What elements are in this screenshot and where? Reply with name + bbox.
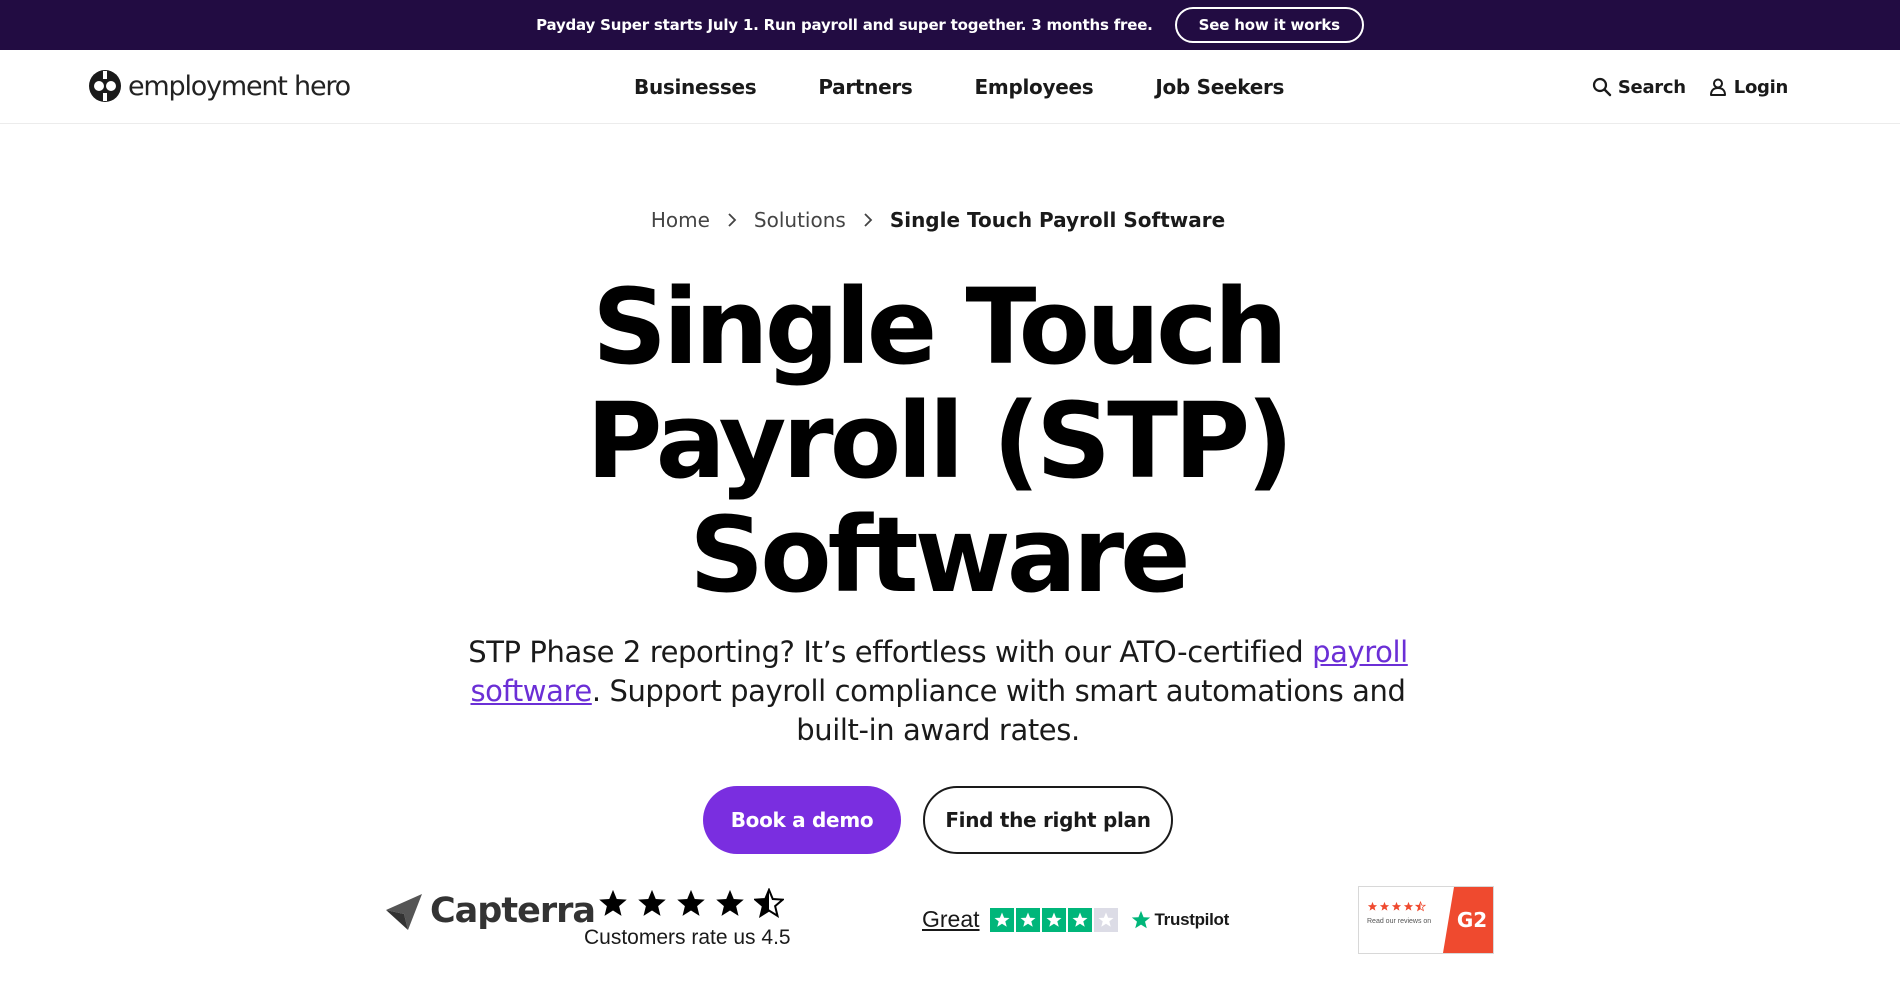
title-line-2: Payroll (STP) xyxy=(586,380,1294,502)
cta-row: Book a demo Find the right plan xyxy=(0,786,1876,854)
find-plan-button[interactable]: Find the right plan xyxy=(923,786,1173,854)
nav-businesses[interactable]: Businesses xyxy=(634,75,757,99)
nav-job-seekers[interactable]: Job Seekers xyxy=(1155,75,1284,99)
title-line-1: Single Touch xyxy=(592,266,1288,388)
announcement-bar: Payday Super starts July 1. Run payroll … xyxy=(0,0,1900,50)
utility-nav: Search Login xyxy=(1592,50,1788,124)
search-button[interactable]: Search xyxy=(1592,77,1686,98)
star-icon xyxy=(1391,901,1402,911)
trustpilot-logo: Trustpilot xyxy=(1130,909,1229,931)
star-icon xyxy=(1067,907,1092,932)
breadcrumb-current: Single Touch Payroll Software xyxy=(889,208,1226,232)
star-icon xyxy=(989,907,1014,932)
capterra-logo[interactable]: Capterra xyxy=(384,890,596,932)
star-icon xyxy=(1379,901,1390,911)
trustpilot-rating[interactable]: Great Trustpilot xyxy=(922,906,1229,933)
capterra-arrow-icon xyxy=(386,894,422,930)
g2-review-badge[interactable]: Read our reviews on G2 xyxy=(1358,886,1494,954)
star-icon xyxy=(1403,901,1414,911)
g2-caption: Read our reviews on xyxy=(1367,918,1432,925)
nav-employees[interactable]: Employees xyxy=(975,75,1094,99)
subtitle-text-start: STP Phase 2 reporting? It’s effortless w… xyxy=(468,635,1313,669)
capterra-rating: Customers rate us 4.5 xyxy=(584,888,791,950)
star-icon xyxy=(677,889,705,916)
user-icon xyxy=(1709,78,1726,96)
half-star-icon xyxy=(754,888,784,918)
main-nav: Businesses Partners Employees Job Seeker… xyxy=(634,50,1346,124)
g2-stars xyxy=(1367,901,1443,912)
logo-mark-icon xyxy=(89,70,121,102)
login-button[interactable]: Login xyxy=(1708,77,1788,98)
half-star-icon xyxy=(1415,901,1426,912)
see-how-it-works-button[interactable]: See how it works xyxy=(1174,7,1364,43)
search-label: Search xyxy=(1617,76,1686,98)
trustpilot-star-icon xyxy=(1131,910,1150,928)
subtitle-text-end: . Support payroll compliance with smart … xyxy=(591,674,1406,747)
announcement-text: Payday Super starts July 1. Run payroll … xyxy=(536,16,1153,34)
star-icon xyxy=(1015,907,1040,932)
hero-subtitle: STP Phase 2 reporting? It’s effortless w… xyxy=(438,633,1438,750)
star-icon xyxy=(1041,907,1066,932)
trustpilot-stars xyxy=(989,907,1118,932)
chevron-right-icon xyxy=(864,213,873,227)
book-demo-button[interactable]: Book a demo xyxy=(703,786,901,854)
capterra-stars xyxy=(598,888,791,918)
star-icon xyxy=(716,889,744,916)
employment-hero-logo[interactable]: employment hero xyxy=(88,69,351,103)
logo-text: employment hero xyxy=(128,70,351,102)
star-icon xyxy=(638,889,666,916)
chevron-right-icon xyxy=(728,213,737,227)
trustpilot-brand: Trustpilot xyxy=(1154,909,1230,929)
breadcrumb: Home Solutions Single Touch Payroll Soft… xyxy=(0,208,1876,232)
nav-partners[interactable]: Partners xyxy=(818,75,913,99)
page-title: Single Touch Payroll (STP) Software xyxy=(0,270,1876,612)
title-line-3: Software xyxy=(689,494,1190,616)
site-header: employment hero Businesses Partners Empl… xyxy=(0,50,1900,124)
search-icon xyxy=(1592,77,1612,97)
star-icon xyxy=(1367,901,1378,911)
trustpilot-label[interactable]: Great xyxy=(922,906,980,933)
capterra-caption: Customers rate us 4.5 xyxy=(584,926,791,949)
star-icon xyxy=(599,889,627,916)
breadcrumb-home[interactable]: Home xyxy=(651,208,710,232)
capterra-name: Capterra xyxy=(430,891,596,931)
g2-logo: G2 xyxy=(1443,887,1493,953)
star-icon xyxy=(1093,907,1118,932)
login-label: Login xyxy=(1733,76,1789,98)
g2-brand: G2 xyxy=(1456,908,1488,932)
breadcrumb-solutions[interactable]: Solutions xyxy=(754,208,846,232)
